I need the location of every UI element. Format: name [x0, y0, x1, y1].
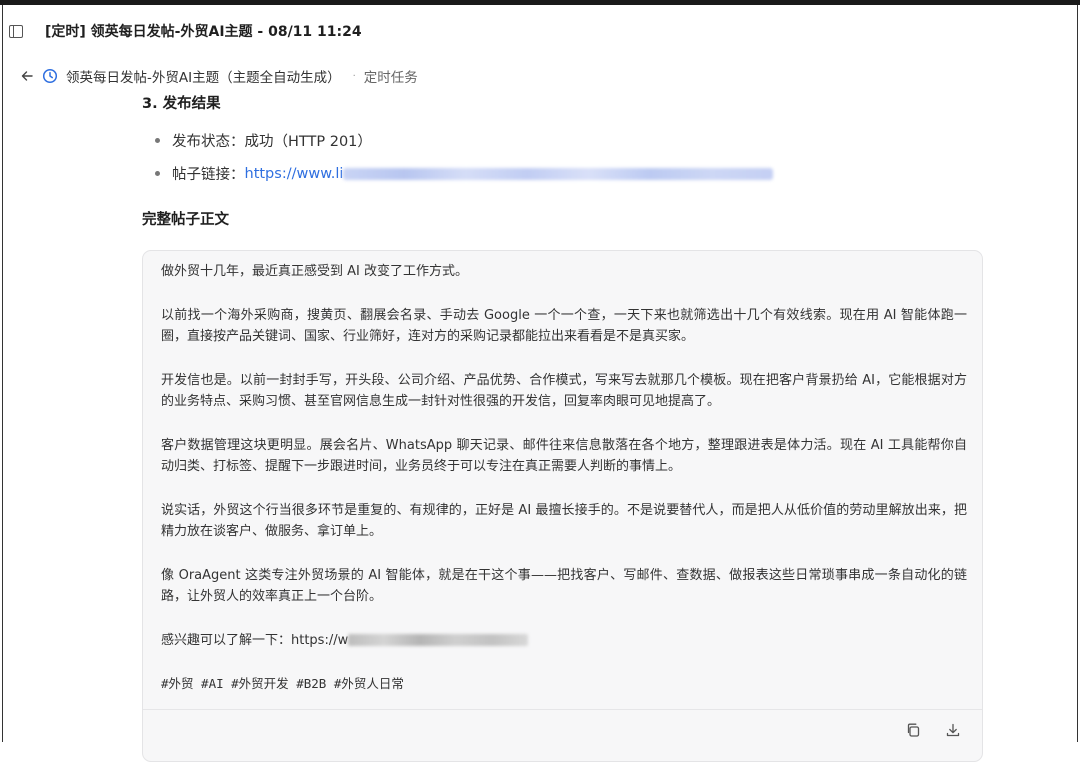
- breadcrumb-separator: ·: [352, 70, 356, 82]
- window-title: [定时] 领英每日发帖-外贸AI主题 - 08/11 11:24: [45, 24, 362, 40]
- main-content: 3. 发布结果 发布状态： 成功（HTTP 201） 帖子链接： https:/…: [3, 88, 1077, 762]
- sidebar-toggle-icon[interactable]: [9, 24, 23, 38]
- clock-icon: [42, 68, 58, 84]
- post-paragraph: 以前找一个海外采购商，搜黄页、翻展会名录、手动去 Google 一个一个查，一天…: [161, 307, 967, 345]
- post-paragraph: 像 OraAgent 这类专注外贸场景的 AI 智能体，就是在干这个事——把找客…: [161, 567, 967, 605]
- breadcrumb-scheduled-tasks[interactable]: 定时任务: [364, 66, 418, 86]
- post-interest-line: 感兴趣可以了解一下：https://w: [161, 630, 967, 652]
- post-body-text: 做外贸十几年，最近真正感受到 AI 改变了工作方式。 以前找一个海外采购商，搜黄…: [161, 261, 967, 717]
- list-item-post-link: 帖子链接： https://www.li: [155, 163, 774, 184]
- post-paragraph: 开发信也是。以前一封封手写，开头段、公司介绍、产品优势、合作模式，写来写去就那几…: [161, 372, 967, 410]
- title-bar: [定时] 领英每日发帖-外贸AI主题 - 08/11 11:24: [3, 5, 1077, 57]
- redacted-link-blur: [343, 167, 774, 180]
- full-post-heading: 完整帖子正文: [142, 212, 229, 228]
- copy-icon[interactable]: [905, 722, 921, 738]
- post-paragraph: 客户数据管理这块更明显。展会名片、WhatsApp 聊天记录、邮件往来信息散落在…: [161, 437, 967, 475]
- post-paragraph: 说实话，外贸这个行当很多环节是重复的、有规律的，正好是 AI 最擅长接手的。不是…: [161, 502, 967, 540]
- back-arrow-icon[interactable]: [19, 68, 35, 84]
- post-hashtags: #外贸 #AI #外贸开发 #B2B #外贸人日常: [161, 676, 404, 691]
- bullet-dot: [155, 171, 160, 176]
- window-right-border: [1077, 5, 1078, 742]
- breadcrumb-task-name[interactable]: 领英每日发帖-外贸AI主题（主题全自动生成）: [66, 66, 341, 86]
- post-body-block: 做外贸十几年，最近真正感受到 AI 改变了工作方式。 以前找一个海外采购商，搜黄…: [142, 250, 983, 762]
- redacted-url-blur: [348, 634, 529, 646]
- post-paragraph: 做外贸十几年，最近真正感受到 AI 改变了工作方式。: [161, 264, 468, 279]
- status-value: 成功（HTTP 201）: [244, 134, 372, 150]
- section-heading-publish-result: 3. 发布结果: [142, 96, 221, 112]
- status-label: 发布状态：: [172, 134, 245, 150]
- list-item-publish-status: 发布状态： 成功（HTTP 201）: [155, 130, 372, 151]
- bullet-dot: [155, 138, 160, 143]
- code-block-divider: [143, 709, 982, 710]
- post-link[interactable]: https://www.li: [245, 166, 774, 182]
- download-icon[interactable]: [945, 722, 961, 738]
- link-label: 帖子链接：: [172, 167, 245, 183]
